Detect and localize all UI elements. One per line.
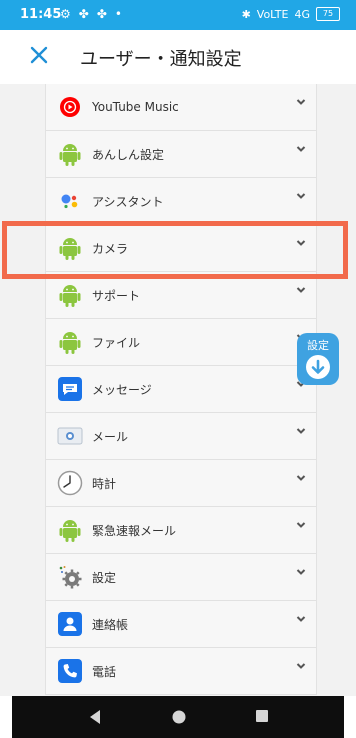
android-icon [56, 516, 84, 544]
list-item[interactable]: YouTube Music [46, 84, 316, 131]
list-item-label: 連絡帳 [92, 617, 129, 632]
status-icons: ⚙ ✤ ✤ • [60, 7, 122, 21]
settings-icon: ⚙ [60, 7, 71, 21]
list-item-label: YouTube Music [92, 100, 179, 114]
network-label: VoLTE [256, 7, 289, 21]
app-header: ユーザー・通知設定 [0, 30, 356, 85]
settings-gear-icon [56, 563, 84, 591]
list-item[interactable]: ファイル [46, 319, 316, 366]
list-item[interactable]: 緊急速報メール [46, 507, 316, 554]
chevron-down-icon [296, 522, 306, 528]
assistant-icon [56, 187, 84, 215]
status-bar: 11:45 ⚙ ✤ ✤ • ✱ VoLTE 4G 75 [0, 0, 356, 30]
android-icon [56, 328, 84, 356]
list-item[interactable]: メール [46, 413, 316, 460]
list-item-label: 時計 [92, 476, 117, 491]
fab-label: 設定 [307, 339, 329, 352]
list-item-label: 設定 [92, 570, 117, 585]
list-item[interactable]: 時計 [46, 460, 316, 507]
page-title: ユーザー・通知設定 [80, 49, 242, 70]
list-item[interactable]: サポート [46, 272, 316, 319]
navigation-bar [12, 696, 344, 738]
youtube-music-icon [56, 93, 84, 121]
chevron-down-icon [296, 616, 306, 622]
list-item-label: 電話 [92, 664, 117, 679]
messages-icon [56, 375, 84, 403]
close-icon[interactable] [28, 44, 50, 66]
status-time: 11:45 [20, 7, 62, 22]
chevron-down-icon [296, 146, 306, 152]
chevron-down-icon [296, 475, 306, 481]
battery-icon: 75 [316, 7, 340, 21]
arrow-down-icon [306, 355, 330, 379]
mail-icon [56, 422, 84, 450]
app-icon: ✤ [96, 7, 107, 21]
signal-label: 4G [294, 7, 310, 21]
list-item[interactable]: メッセージ [46, 366, 316, 413]
list-item[interactable]: 電話 [46, 648, 316, 695]
status-right: ✱ VoLTE 4G 75 [242, 7, 340, 21]
android-icon [56, 140, 84, 168]
list-item[interactable]: 設定 [46, 554, 316, 601]
home-icon[interactable] [171, 709, 187, 725]
list-item-label: サポート [92, 288, 141, 303]
list-item-label: アシスタント [92, 194, 164, 209]
list-item[interactable]: アシスタント [46, 178, 316, 225]
chevron-down-icon [296, 663, 306, 669]
chevron-down-icon [296, 99, 306, 105]
bluetooth-icon: ✱ [241, 7, 251, 21]
list-item[interactable]: 連絡帳 [46, 601, 316, 648]
phone-icon [56, 657, 84, 685]
recents-icon[interactable] [255, 709, 269, 723]
clock-icon [56, 469, 84, 497]
list-item-label: あんしん設定 [92, 147, 165, 162]
app-list: YouTube Music あんしん設定 アシスタント カメラ サポート ファイ… [45, 84, 317, 695]
chevron-down-icon [296, 428, 306, 434]
app-list-area[interactable]: YouTube Music あんしん設定 アシスタント カメラ サポート ファイ… [0, 84, 356, 696]
highlight-frame [2, 221, 348, 279]
android-icon [56, 281, 84, 309]
settings-fab-button[interactable]: 設定 [297, 333, 339, 385]
list-item-label: メッセージ [92, 382, 152, 397]
list-item-label: 緊急速報メール [92, 523, 177, 538]
list-item-label: ファイル [92, 335, 141, 350]
app-icon: ✤ [78, 7, 89, 21]
back-icon[interactable] [88, 709, 102, 725]
list-item[interactable]: あんしん設定 [46, 131, 316, 178]
list-item-label: メール [92, 429, 129, 444]
chevron-down-icon [296, 287, 306, 293]
chevron-down-icon [296, 193, 306, 199]
dot-icon: • [114, 7, 122, 21]
chevron-down-icon [296, 569, 306, 575]
contacts-icon [56, 610, 84, 638]
